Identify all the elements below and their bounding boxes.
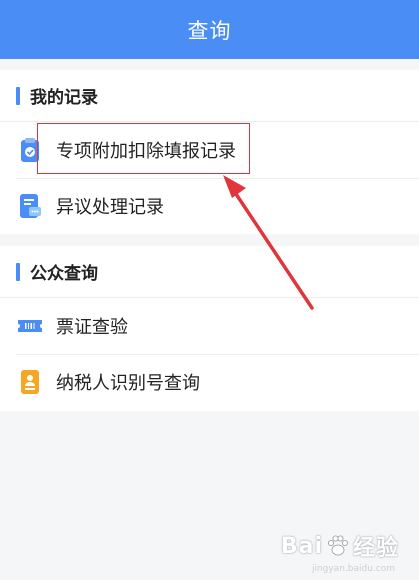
watermark-text-right: 经验 bbox=[352, 536, 399, 561]
section-accent-bar bbox=[16, 86, 20, 105]
id-badge-icon bbox=[21, 370, 39, 394]
item-label: 异议处理记录 bbox=[56, 197, 164, 218]
ticket-icon bbox=[18, 320, 42, 332]
section-title: 我的记录 bbox=[30, 88, 98, 108]
list-item-taxpayer-id-query[interactable]: 纳税人识别号查询 bbox=[0, 354, 419, 410]
item-label: 票证查验 bbox=[56, 317, 128, 338]
list-item-ticket-verify[interactable]: 票证查验 bbox=[0, 298, 419, 354]
top-bar: 查询 bbox=[0, 0, 419, 59]
section-header: 我的记录 bbox=[0, 70, 419, 122]
list-item-deduction-records[interactable]: 专项附加扣除填报记录 bbox=[0, 122, 419, 178]
paw-icon bbox=[327, 535, 348, 556]
section-accent-bar bbox=[16, 262, 20, 281]
item-label: 专项附加扣除填报记录 bbox=[56, 141, 236, 162]
item-label: 纳税人识别号查询 bbox=[56, 373, 200, 394]
section-title: 公众查询 bbox=[30, 264, 98, 284]
page-title: 查询 bbox=[187, 18, 232, 43]
document-chat-icon bbox=[20, 194, 41, 218]
section-my-records: 我的记录 专项附加扣除填报记录 异议处理记录 bbox=[0, 70, 419, 234]
baidu-watermark: Bai 经验 jingyan.baidu.com bbox=[280, 530, 399, 575]
watermark-url: jingyan.baidu.com bbox=[311, 564, 395, 574]
list-item-objection-records[interactable]: 异议处理记录 bbox=[0, 178, 419, 234]
section-public-query: 公众查询 票证查验 纳税人识别号查询 bbox=[0, 246, 419, 411]
clipboard-check-icon bbox=[21, 138, 39, 162]
watermark-text-left: Bai bbox=[280, 533, 323, 559]
section-header: 公众查询 bbox=[0, 246, 419, 298]
